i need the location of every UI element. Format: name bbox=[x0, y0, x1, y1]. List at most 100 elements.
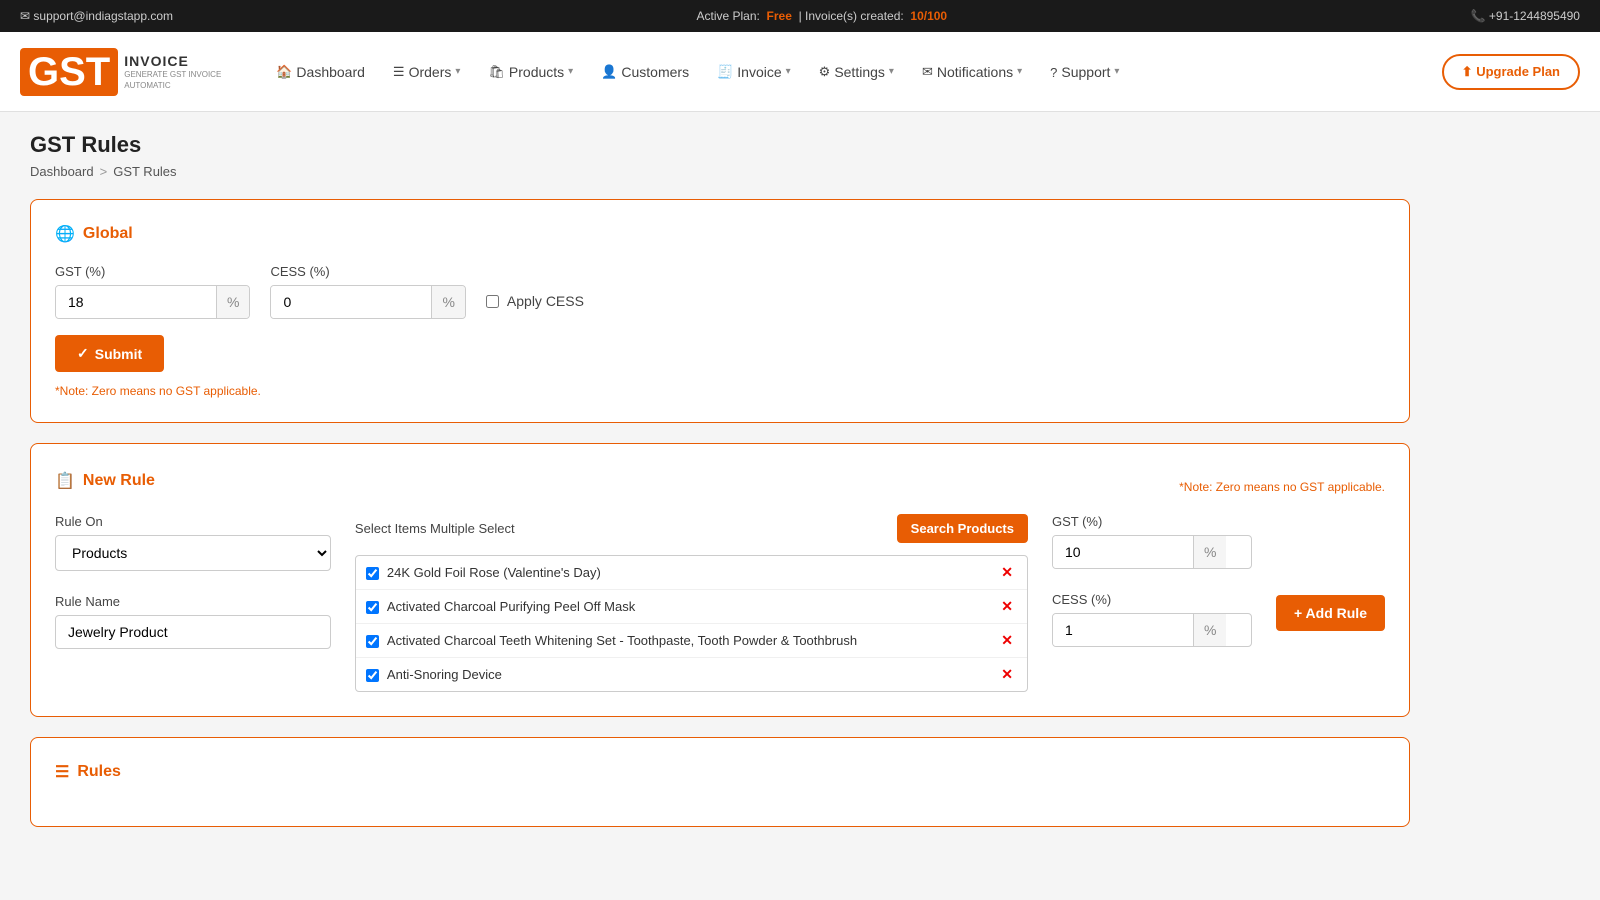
nav-notifications[interactable]: Notifications ▾ bbox=[910, 55, 1034, 88]
global-card-title: Global bbox=[55, 224, 1385, 244]
remove-product-4[interactable]: ✕ bbox=[997, 666, 1017, 683]
remove-product-2[interactable]: ✕ bbox=[997, 598, 1017, 615]
new-rule-form: Rule On Products Customers Category Rule… bbox=[55, 514, 1385, 692]
select-items-label: Select Items Multiple Select bbox=[355, 521, 515, 536]
breadcrumb: Dashboard > GST Rules bbox=[30, 164, 1410, 179]
new-rule-title: New Rule bbox=[55, 471, 155, 491]
upgrade-icon: ⬆ bbox=[1462, 64, 1473, 79]
customers-icon bbox=[601, 63, 617, 80]
remove-product-1[interactable]: ✕ bbox=[997, 564, 1017, 581]
new-rule-cess-label: CESS (%) bbox=[1052, 592, 1111, 607]
global-icon bbox=[55, 224, 75, 244]
rule-on-group: Rule On Products Customers Category Rule… bbox=[55, 514, 331, 649]
new-rule-gst-percent-icon: % bbox=[1193, 536, 1226, 568]
new-rule-gst-wrapper: % bbox=[1052, 535, 1252, 569]
support-chevron: ▾ bbox=[1114, 66, 1119, 77]
page-title: GST Rules bbox=[30, 132, 1410, 158]
search-products-button[interactable]: Search Products bbox=[897, 514, 1028, 543]
rule-on-select[interactable]: Products Customers Category bbox=[55, 535, 331, 571]
cess-input[interactable] bbox=[271, 286, 431, 318]
new-rule-cess-subgroup: CESS (%) % bbox=[1052, 591, 1252, 647]
product-item-2: Activated Charcoal Purifying Peel Off Ma… bbox=[356, 590, 1027, 624]
new-rule-card: New Rule *Note: Zero means no GST applic… bbox=[30, 443, 1410, 717]
new-rule-note: *Note: Zero means no GST applicable. bbox=[1179, 480, 1385, 494]
logo-invoice-label: INVOICE bbox=[124, 52, 224, 70]
home-icon bbox=[276, 63, 292, 80]
product-name-4: Anti-Snoring Device bbox=[387, 667, 502, 682]
phone-icon bbox=[1471, 9, 1486, 23]
nav-settings[interactable]: Settings ▾ bbox=[807, 55, 906, 88]
logo-tagline: GENERATE GST INVOICE AUTOMATIC bbox=[124, 70, 224, 91]
gst-label: GST (%) bbox=[55, 264, 250, 279]
select-items-group: Select Items Multiple Select Search Prod… bbox=[355, 514, 1028, 692]
logo-gst: GST bbox=[28, 50, 110, 94]
logo[interactable]: GST INVOICE GENERATE GST INVOICE AUTOMAT… bbox=[20, 48, 224, 96]
gst-percent-icon: % bbox=[216, 286, 249, 318]
apply-cess-label[interactable]: Apply CESS bbox=[507, 293, 584, 309]
nav-products[interactable]: Products ▾ bbox=[476, 55, 585, 88]
new-rule-cess-input[interactable] bbox=[1053, 614, 1193, 646]
navbar: GST INVOICE GENERATE GST INVOICE AUTOMAT… bbox=[0, 32, 1600, 112]
submit-button[interactable]: ✓ Submit bbox=[55, 335, 164, 372]
rule-name-input[interactable] bbox=[55, 615, 331, 649]
rules-icon bbox=[55, 762, 69, 782]
global-card: Global GST (%) % CESS (%) % Apply CESS bbox=[30, 199, 1410, 423]
check-icon: ✓ bbox=[77, 345, 89, 362]
nav-support[interactable]: Support ▾ bbox=[1038, 56, 1131, 88]
breadcrumb-separator: > bbox=[100, 164, 108, 179]
product-checkbox-1[interactable] bbox=[366, 567, 379, 580]
nav-dashboard[interactable]: Dashboard bbox=[264, 55, 377, 88]
apply-cess-checkbox[interactable] bbox=[486, 295, 499, 308]
new-rule-gst-label: GST (%) bbox=[1052, 514, 1252, 529]
new-rule-header: New Rule *Note: Zero means no GST applic… bbox=[55, 468, 1385, 494]
gst-group: GST (%) % bbox=[55, 264, 250, 319]
nav-invoice[interactable]: Invoice ▾ bbox=[705, 55, 803, 88]
new-rule-cess-wrapper: % bbox=[1052, 613, 1252, 647]
cess-label: CESS (%) bbox=[270, 264, 465, 279]
product-list-container: 24K Gold Foil Rose (Valentine's Day) ✕ A… bbox=[355, 555, 1028, 692]
remove-product-3[interactable]: ✕ bbox=[997, 632, 1017, 649]
add-rule-button[interactable]: + Add Rule bbox=[1276, 595, 1385, 631]
settings-icon bbox=[819, 63, 831, 80]
phone-number: +91-1244895490 bbox=[1471, 9, 1580, 23]
products-icon bbox=[488, 63, 505, 80]
rule-on-label: Rule On bbox=[55, 514, 331, 529]
notifications-chevron: ▾ bbox=[1017, 66, 1022, 77]
product-item-3: Activated Charcoal Teeth Whitening Set -… bbox=[356, 624, 1027, 658]
product-checkbox-4[interactable] bbox=[366, 669, 379, 682]
global-note: *Note: Zero means no GST applicable. bbox=[55, 384, 1385, 398]
support-email: support@indiagstapp.com bbox=[20, 9, 173, 23]
top-bar: support@indiagstapp.com Active Plan: Fre… bbox=[0, 0, 1600, 32]
settings-chevron: ▾ bbox=[889, 66, 894, 77]
cess-input-wrapper: % bbox=[270, 285, 465, 319]
rules-card-title: Rules bbox=[55, 762, 1385, 782]
nav-orders[interactable]: Orders ▾ bbox=[381, 55, 472, 88]
nav-customers[interactable]: Customers bbox=[589, 55, 701, 88]
plan-info: Active Plan: Free | Invoice(s) created: … bbox=[696, 9, 947, 23]
mail-icon bbox=[20, 9, 30, 23]
invoice-icon bbox=[717, 63, 733, 80]
product-name-2: Activated Charcoal Purifying Peel Off Ma… bbox=[387, 599, 635, 614]
orders-chevron: ▾ bbox=[455, 66, 460, 77]
product-list: 24K Gold Foil Rose (Valentine's Day) ✕ A… bbox=[356, 556, 1027, 691]
cess-percent-icon: % bbox=[431, 286, 464, 318]
new-rule-icon bbox=[55, 471, 75, 491]
new-rule-cess-percent-icon: % bbox=[1193, 614, 1226, 646]
products-chevron: ▾ bbox=[568, 66, 573, 77]
rules-card: Rules bbox=[30, 737, 1410, 827]
rule-name-label: Rule Name bbox=[55, 594, 120, 609]
breadcrumb-home[interactable]: Dashboard bbox=[30, 164, 94, 179]
product-name-3: Activated Charcoal Teeth Whitening Set -… bbox=[387, 633, 857, 648]
new-rule-gst-input[interactable] bbox=[1053, 536, 1193, 568]
gst-input[interactable] bbox=[56, 286, 216, 318]
orders-icon bbox=[393, 63, 405, 80]
select-items-header: Select Items Multiple Select Search Prod… bbox=[355, 514, 1028, 543]
product-item-4: Anti-Snoring Device ✕ bbox=[356, 658, 1027, 691]
nav-links: Dashboard Orders ▾ Products ▾ Customers … bbox=[264, 55, 1441, 88]
new-rule-gst-cess-group: GST (%) % CESS (%) % bbox=[1052, 514, 1252, 647]
cess-group: CESS (%) % bbox=[270, 264, 465, 319]
gst-input-wrapper: % bbox=[55, 285, 250, 319]
product-checkbox-3[interactable] bbox=[366, 635, 379, 648]
product-checkbox-2[interactable] bbox=[366, 601, 379, 614]
upgrade-plan-button[interactable]: ⬆ Upgrade Plan bbox=[1442, 54, 1580, 90]
